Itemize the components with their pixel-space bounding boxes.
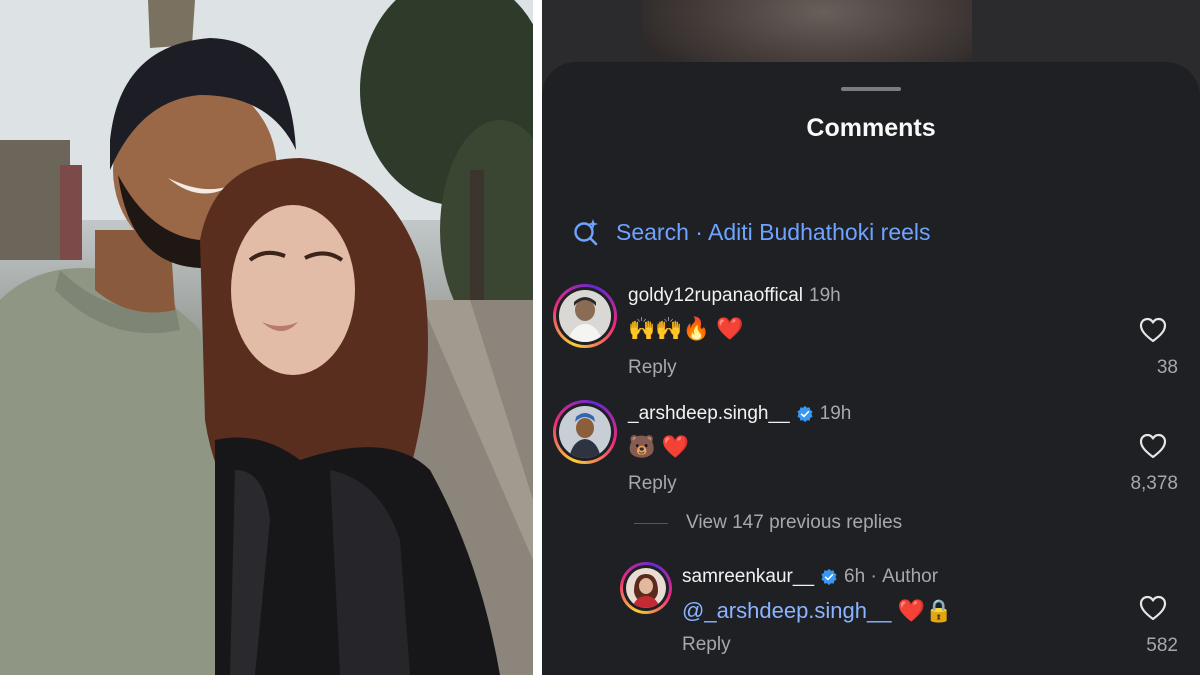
thread-line <box>634 522 668 524</box>
comments-sheet: Comments Search · Aditi Budhathoki reels <box>542 62 1200 675</box>
comment-time: 19h <box>809 285 841 306</box>
comment-header: goldy12rupanaoffical 19h <box>628 285 841 307</box>
comment-username[interactable]: goldy12rupanaoffical <box>628 285 803 307</box>
avatar[interactable] <box>553 284 617 348</box>
comment-username[interactable]: _arshdeep.singh__ <box>628 403 790 425</box>
like-count: 582 <box>1146 635 1178 656</box>
user-avatar-image <box>559 406 611 458</box>
author-tag: Author <box>882 566 939 587</box>
drag-handle[interactable] <box>841 87 901 91</box>
comment-header: _arshdeep.singh__ 19h <box>628 403 851 425</box>
reply-header: samreenkaur__ 6h · Author <box>682 566 939 588</box>
like-count: 38 <box>1156 357 1178 378</box>
reply-button[interactable]: Reply <box>628 357 677 379</box>
comment-time: 19h <box>819 403 852 424</box>
reply-button[interactable]: Reply <box>682 634 731 656</box>
like-count: 8,378 <box>1130 473 1178 494</box>
reply-time: 6h <box>844 566 866 587</box>
heart-outline-icon[interactable] <box>1139 595 1167 621</box>
user-avatar-image <box>559 290 611 342</box>
avatar[interactable] <box>620 562 672 614</box>
verified-badge-icon <box>821 568 837 586</box>
comment-text: 🙌🙌🔥 ❤️ <box>628 316 744 341</box>
search-sparkle-icon <box>574 219 598 246</box>
reply-button[interactable]: Reply <box>628 473 677 495</box>
comment-text: 🐻 ❤️ <box>628 434 689 459</box>
search-reels-label: Search · Aditi Budhathoki reels <box>616 218 931 245</box>
heart-outline-icon[interactable] <box>1139 317 1167 343</box>
sheet-title: Comments <box>806 114 936 142</box>
search-reels-link[interactable]: Search · Aditi Budhathoki reels <box>572 216 931 248</box>
photo-illustration <box>0 0 533 675</box>
view-previous-replies-button[interactable]: View 147 previous replies <box>634 512 902 534</box>
mention-link[interactable]: @_arshdeep.singh__ <box>682 598 891 623</box>
view-previous-replies-label: View 147 previous replies <box>686 512 903 533</box>
user-avatar-image <box>626 568 666 608</box>
heart-outline-icon[interactable] <box>1139 433 1167 459</box>
reply-text: @_arshdeep.singh__ ❤️🔒 <box>682 598 952 624</box>
avatar[interactable] <box>553 400 617 464</box>
couple-photo <box>0 0 533 675</box>
panel-divider <box>533 0 542 675</box>
reply-emojis: ❤️🔒 <box>897 598 953 623</box>
verified-badge-icon <box>797 405 813 423</box>
comments-screen: Comments Search · Aditi Budhathoki reels <box>542 0 1200 675</box>
reply-username[interactable]: samreenkaur__ <box>682 566 814 588</box>
